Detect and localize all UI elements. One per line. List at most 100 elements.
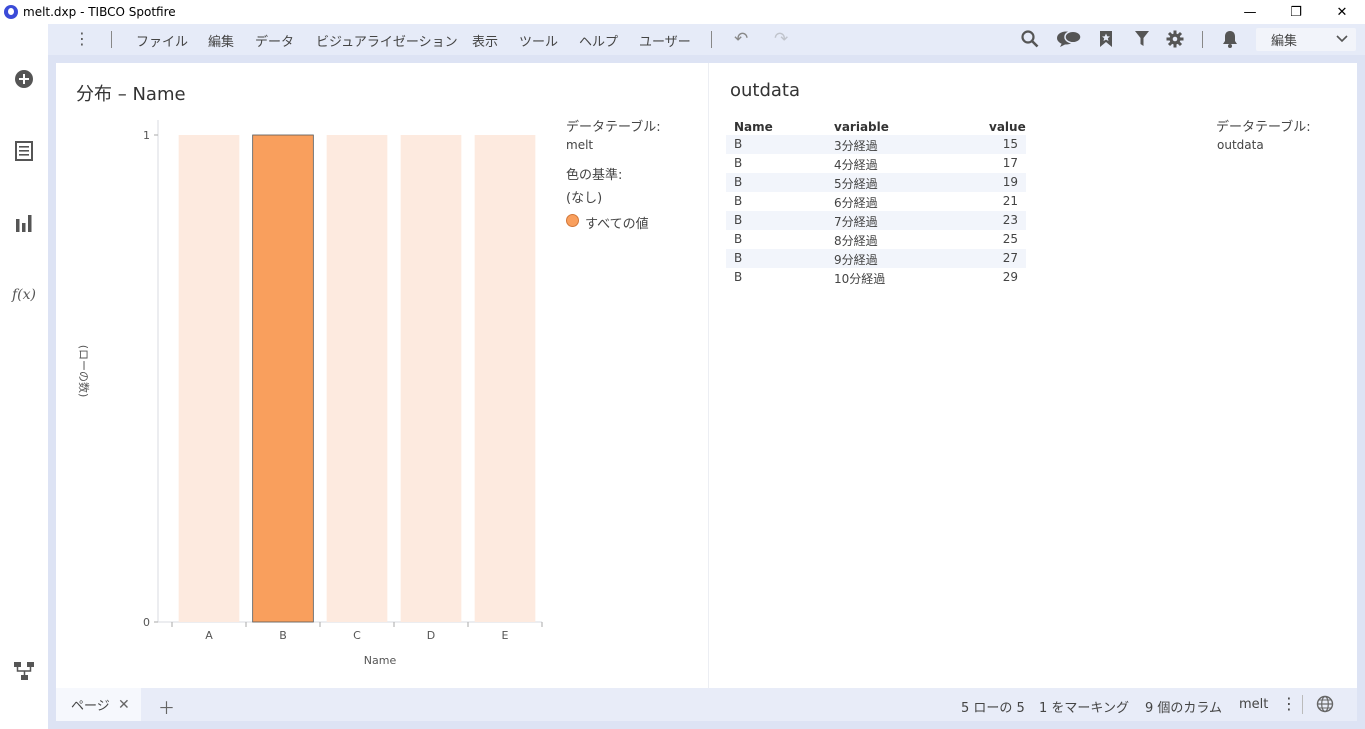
bar-b[interactable]	[252, 134, 314, 623]
menu-edit[interactable]: 編集	[208, 31, 234, 50]
window-title: melt.dxp - TIBCO Spotfire	[23, 5, 176, 19]
menu-data[interactable]: データ	[255, 31, 294, 50]
table-cell-variable: 4分経過	[834, 158, 878, 172]
x-tick-label: C	[353, 629, 361, 642]
legend-item-all-values[interactable]: すべての値	[585, 213, 649, 232]
table-row[interactable]: B 6分経過 21	[726, 192, 1026, 211]
table-header: Name variable value	[726, 118, 1026, 135]
table-row[interactable]: B 4分経過 17	[726, 154, 1026, 173]
x-axis-title[interactable]: Name	[364, 654, 397, 667]
table-cell-variable: 3分経過	[834, 139, 878, 153]
table-row[interactable]: B 5分経過 19	[726, 173, 1026, 192]
table-row[interactable]: B 7分経過 23	[726, 211, 1026, 230]
add-circle-icon[interactable]	[12, 67, 36, 91]
filter-icon[interactable]	[1132, 29, 1152, 49]
search-icon[interactable]	[1020, 29, 1040, 49]
table-cell-value: 29	[1002, 270, 1018, 284]
bar-e[interactable]	[474, 135, 536, 622]
menu-tools[interactable]: ツール	[519, 31, 558, 50]
restore-button[interactable]: ❐	[1273, 0, 1319, 24]
table-cell-variable: 8分経過	[834, 234, 878, 248]
menu-bar: ⋮ ファイル 編集 データ ビジュアライゼーション 表示 ツール ヘルプ ユーザ…	[48, 24, 1365, 55]
bar-chart-plot[interactable]: 0 1 A B C D E Name (ローの数)	[56, 63, 708, 688]
bar-chart-icon[interactable]	[12, 211, 36, 235]
bar-c[interactable]	[326, 135, 388, 622]
x-tick-label: B	[279, 629, 287, 642]
menu-file[interactable]: ファイル	[136, 31, 188, 50]
legend-swatch-icon	[566, 214, 579, 227]
status-data-table[interactable]: melt	[1239, 697, 1268, 712]
settings-icon[interactable]	[1165, 29, 1185, 49]
table-row[interactable]: B 10分経過 29	[726, 268, 1026, 287]
table-row[interactable]: B 8分経過 25	[726, 230, 1026, 249]
app-frame: ⋮ ファイル 編集 データ ビジュアライゼーション 表示 ツール ヘルプ ユーザ…	[48, 24, 1365, 729]
status-row-count: 5 ローの 5	[961, 701, 1025, 716]
legend-color-value[interactable]: (なし)	[566, 187, 602, 206]
table-legend-data-table-label: データテーブル:	[1216, 120, 1311, 135]
globe-icon[interactable]	[1316, 695, 1334, 713]
table-cell-value: 27	[1002, 251, 1018, 265]
page-tab-label: ページ	[71, 699, 110, 714]
undo-icon[interactable]: ↶	[734, 29, 748, 49]
table-cell-variable: 9分経過	[834, 253, 878, 267]
menu-separator	[711, 31, 712, 48]
table-cell-name: B	[734, 232, 743, 246]
table-row[interactable]: B 9分経過 27	[726, 249, 1026, 268]
add-page-icon[interactable]: ＋	[158, 694, 175, 719]
bookmark-icon[interactable]	[1096, 29, 1116, 49]
table-cell-value: 21	[1002, 194, 1018, 208]
redo-icon[interactable]: ↷	[774, 29, 788, 49]
bar-d[interactable]	[400, 135, 462, 622]
x-tick-label: A	[205, 629, 213, 642]
table-cell-name: B	[734, 213, 743, 227]
table-cell-value: 23	[1002, 213, 1018, 227]
table-title[interactable]: outdata	[730, 80, 800, 101]
comments-icon[interactable]	[1056, 29, 1082, 49]
table-legend-data-table-value[interactable]: outdata	[1217, 138, 1264, 152]
column-header-variable[interactable]: variable	[834, 120, 889, 134]
menu-visualization[interactable]: ビジュアライゼーション	[316, 31, 458, 50]
notification-icon[interactable]	[1220, 29, 1240, 49]
minimize-button[interactable]: —	[1227, 0, 1273, 24]
table-cell-name: B	[734, 194, 743, 208]
page-tab[interactable]: ページ ✕	[56, 688, 141, 721]
table-row[interactable]: B 3分経過 15	[726, 135, 1026, 154]
legend-color-label: 色の基準:	[566, 168, 623, 183]
data-canvas-icon[interactable]	[12, 659, 36, 683]
close-icon[interactable]: ✕	[118, 697, 130, 713]
menu-separator	[111, 31, 112, 48]
table-cell-name: B	[734, 270, 743, 284]
visualization-divider[interactable]	[708, 63, 709, 688]
status-bar: ページ ✕ ＋ 5 ローの 5 1 をマーキング 9 個のカラム melt ⋮	[56, 688, 1357, 721]
table-cell-value: 15	[1002, 137, 1018, 151]
y-axis-title[interactable]: (ローの数)	[77, 345, 90, 398]
table-cell-variable: 10分経過	[834, 272, 886, 286]
table-cell-name: B	[734, 175, 743, 189]
legend-data-table-value[interactable]: melt	[566, 138, 593, 152]
mode-dropdown[interactable]: 編集	[1256, 28, 1356, 51]
status-more-icon[interactable]: ⋮	[1281, 694, 1297, 713]
close-window-button[interactable]: ✕	[1319, 0, 1365, 24]
menu-user[interactable]: ユーザー	[639, 31, 691, 50]
status-marked-count[interactable]: 1 をマーキング	[1039, 697, 1129, 716]
title-bar: melt.dxp - TIBCO Spotfire — ❐ ✕	[0, 0, 1365, 24]
menu-view[interactable]: 表示	[472, 31, 498, 50]
table-cell-value: 19	[1002, 175, 1018, 189]
table-cell-name: B	[734, 251, 743, 265]
table-cell-name: B	[734, 137, 743, 151]
toolbar-separator	[1202, 31, 1203, 48]
left-rail: f(x)	[0, 24, 48, 729]
data-table-icon[interactable]	[12, 139, 36, 163]
x-tick-label: E	[502, 629, 509, 642]
page-canvas: 分布 – Name 0 1 A B C D E Name (ローの数) データテーブル: mel…	[56, 63, 1357, 688]
mode-dropdown-value: 編集	[1271, 34, 1298, 49]
x-tick-label: D	[427, 629, 435, 642]
table-cell-name: B	[734, 156, 743, 170]
column-header-name[interactable]: Name	[734, 120, 773, 134]
more-options-icon[interactable]: ⋮	[74, 30, 90, 48]
bar-a[interactable]	[178, 135, 240, 622]
table-cell-value: 25	[1002, 232, 1018, 246]
menu-help[interactable]: ヘルプ	[579, 31, 618, 50]
function-icon[interactable]: f(x)	[12, 283, 36, 307]
column-header-value[interactable]: value	[989, 120, 1026, 134]
